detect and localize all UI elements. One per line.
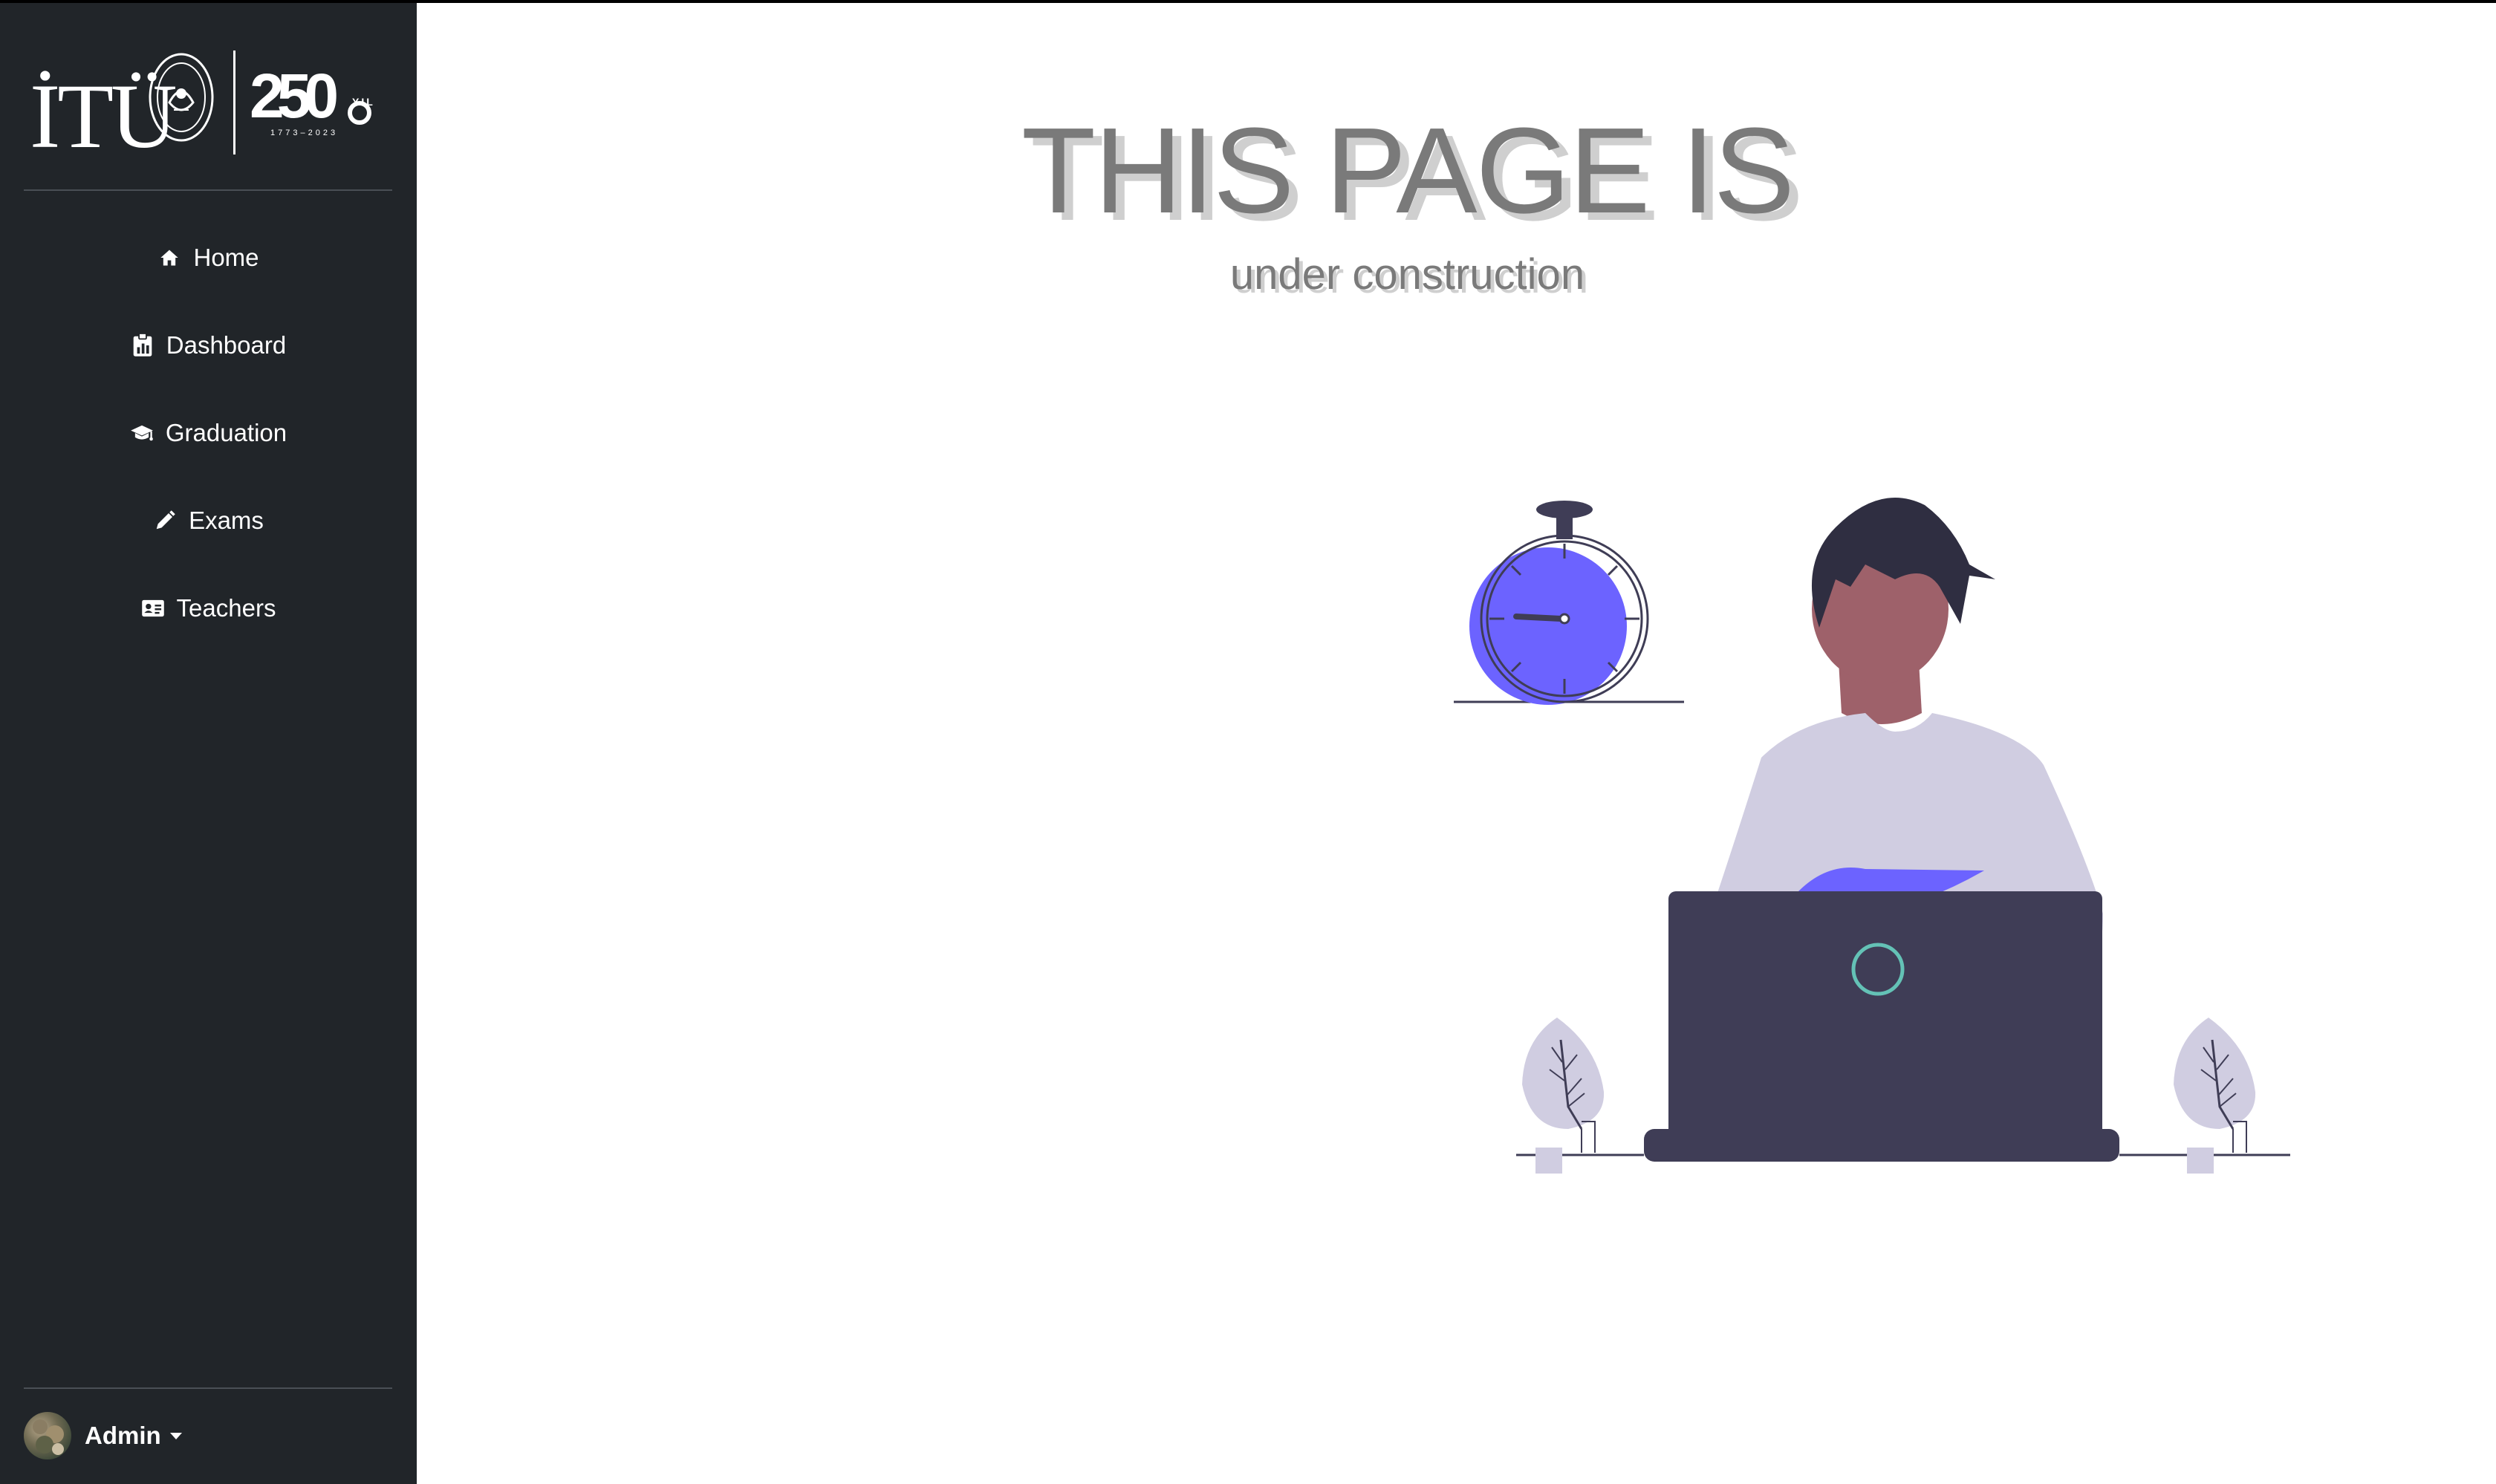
anniversary-years: 1773–2023 bbox=[270, 128, 338, 137]
sidebar-item-exams[interactable]: Exams bbox=[0, 487, 417, 554]
sidebar-item-label: Graduation bbox=[165, 419, 287, 446]
sidebar-item-label: Dashboard bbox=[166, 331, 287, 359]
home-icon bbox=[157, 246, 181, 270]
sidebar-divider-bottom bbox=[24, 1387, 392, 1389]
brand-divider bbox=[233, 51, 235, 154]
caret-down-icon bbox=[169, 1432, 182, 1439]
sidebar-item-label: Home bbox=[193, 244, 259, 271]
graduation-cap-icon bbox=[130, 421, 154, 445]
page-subtitle: under construction bbox=[1229, 250, 1585, 299]
sidebar-item-graduation[interactable]: Graduation bbox=[0, 400, 417, 466]
id-card-icon bbox=[141, 596, 165, 620]
main-content: THIS PAGE IS under construction bbox=[417, 0, 2496, 1484]
plant-left-icon bbox=[1522, 1018, 1605, 1174]
sidebar-divider-top bbox=[24, 189, 392, 191]
sidebar-item-teachers[interactable]: Teachers bbox=[0, 575, 417, 642]
page-title: THIS PAGE IS bbox=[1021, 102, 1795, 238]
anniversary-number: 250 bbox=[250, 61, 337, 131]
university-seal-icon bbox=[149, 53, 214, 142]
brand-logo[interactable]: İTÜ 250 YIL 1773–2023 bbox=[0, 0, 417, 189]
user-menu[interactable]: Admin bbox=[24, 1410, 182, 1462]
clipboard-chart-icon bbox=[131, 333, 155, 357]
user-name: Admin bbox=[85, 1422, 161, 1449]
sidebar-item-home[interactable]: Home bbox=[0, 224, 417, 291]
sidebar: İTÜ 250 YIL 1773–2023 Home Dashboard Gra… bbox=[0, 0, 417, 1484]
sidebar-item-dashboard[interactable]: Dashboard bbox=[0, 312, 417, 379]
sidebar-item-label: Teachers bbox=[176, 594, 276, 622]
top-border bbox=[0, 0, 2496, 3]
under-construction-illustration bbox=[1454, 498, 2290, 1174]
sidebar-item-label: Exams bbox=[189, 507, 264, 534]
stopwatch-icon bbox=[1454, 501, 1684, 705]
laptop-icon bbox=[1644, 891, 2119, 1162]
pencil-icon bbox=[153, 509, 177, 533]
avatar bbox=[24, 1412, 71, 1459]
plant-right-icon bbox=[2174, 1018, 2256, 1174]
